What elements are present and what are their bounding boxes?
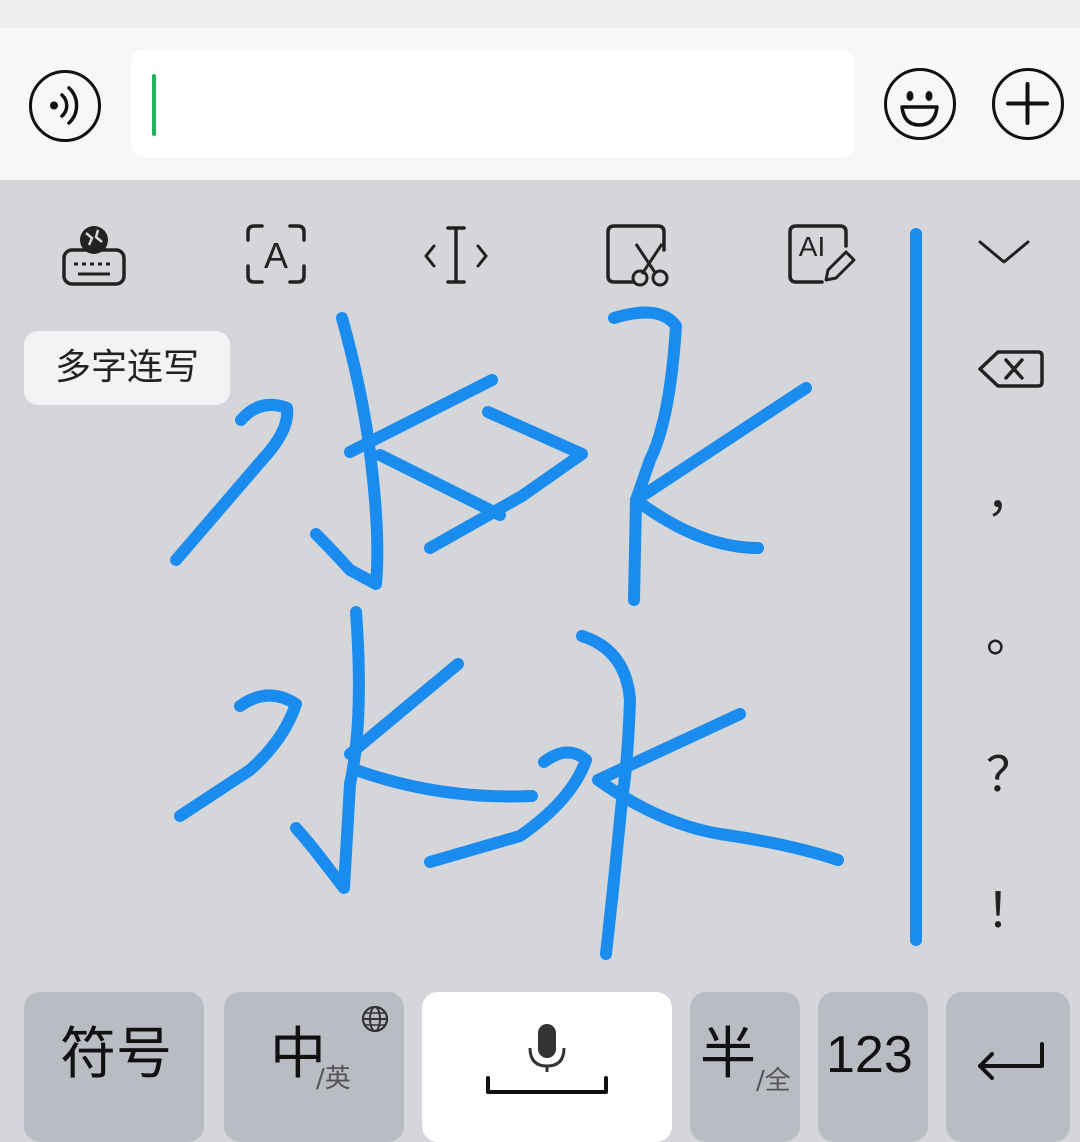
- question-key-label: ？: [985, 747, 1034, 803]
- exclaim-key[interactable]: ！: [960, 866, 1060, 956]
- half-full-width-key[interactable]: 半 /全: [690, 992, 800, 1142]
- numbers-key[interactable]: 123: [818, 992, 928, 1142]
- comma-key[interactable]: ，: [960, 450, 1060, 540]
- language-key-sub: /英: [316, 1064, 351, 1094]
- question-key[interactable]: ？: [960, 730, 1060, 820]
- multi-char-mode-button[interactable]: 多字连写: [24, 331, 230, 405]
- exclaim-key-label: ！: [985, 883, 1034, 939]
- microphone-icon: [486, 1024, 608, 1094]
- symbols-key-label: 符号: [60, 1022, 172, 1087]
- globe-icon: [361, 1005, 389, 1033]
- return-icon: [978, 1042, 1044, 1080]
- width-key-main: 半: [700, 1022, 756, 1087]
- handwriting-canvas[interactable]: [0, 0, 1080, 1127]
- ink-stroke: [344, 374, 498, 458]
- language-switch-key[interactable]: 中 /英: [224, 992, 404, 1142]
- width-key-sub: /全: [756, 1066, 791, 1096]
- ink-stroke: [608, 306, 682, 606]
- comma-key-label: ，: [985, 467, 1034, 523]
- enter-key[interactable]: [946, 992, 1070, 1142]
- numbers-key-label: 123: [826, 1026, 913, 1084]
- symbols-key[interactable]: 符号: [24, 992, 204, 1142]
- ink-stroke: [374, 449, 506, 521]
- period-key-label: 。: [985, 607, 1034, 663]
- multi-char-mode-label: 多字连写: [54, 347, 199, 388]
- ink-stroke: [424, 406, 588, 554]
- ink-stroke: [174, 689, 302, 822]
- ink-stroke: [424, 746, 592, 868]
- period-key[interactable]: 。: [960, 590, 1060, 680]
- backspace-icon: [978, 350, 1044, 388]
- space-key[interactable]: [422, 992, 672, 1142]
- ink-stroke: [170, 399, 294, 566]
- ink-stroke: [350, 764, 538, 803]
- backspace-key[interactable]: [960, 324, 1060, 414]
- ink-stroke: [344, 658, 464, 760]
